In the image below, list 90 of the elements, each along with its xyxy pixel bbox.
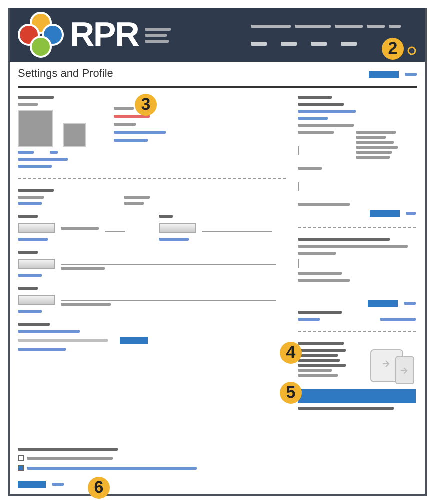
illegible-text — [298, 364, 346, 367]
illegible-text — [281, 42, 297, 46]
illegible-text — [18, 310, 42, 313]
illegible-text — [298, 203, 350, 206]
illegible-text — [356, 131, 396, 134]
dropdown[interactable] — [18, 223, 55, 233]
illegible-text — [114, 115, 150, 118]
illegible-text — [18, 103, 38, 106]
illegible-text — [404, 302, 416, 305]
callout-badge: 6 — [88, 477, 110, 499]
photo-placeholder — [18, 110, 53, 147]
illegible-text — [144, 34, 167, 36]
illegible-text — [52, 483, 64, 486]
logo-text: RPR — [70, 16, 139, 54]
illegible-text — [356, 146, 398, 149]
illegible-text — [18, 251, 38, 254]
primary-button[interactable] — [369, 70, 399, 78]
illegible-text — [298, 96, 332, 99]
illegible-text — [18, 330, 80, 333]
illegible-text — [298, 359, 340, 362]
illegible-text — [298, 131, 334, 134]
illegible-text — [114, 123, 136, 126]
illegible-text — [341, 42, 357, 46]
illegible-text — [144, 28, 171, 30]
illegible-text — [295, 24, 331, 28]
dropdown[interactable] — [18, 259, 55, 269]
illegible-text — [356, 151, 392, 154]
illegible-text — [114, 139, 148, 142]
illegible-text — [405, 72, 417, 76]
illegible-text — [18, 238, 48, 241]
illegible-text — [18, 158, 68, 161]
logo-icon — [18, 12, 64, 58]
illegible-text — [18, 348, 66, 351]
checkbox[interactable] — [18, 465, 24, 471]
checkbox[interactable] — [18, 455, 24, 461]
illegible-text — [356, 141, 394, 144]
illegible-text — [18, 96, 54, 99]
illegible-text — [380, 318, 416, 321]
illegible-text — [18, 215, 38, 218]
illegible-text — [406, 212, 416, 215]
illegible-text — [298, 342, 344, 345]
illegible-text — [159, 238, 189, 241]
illegible-text — [18, 323, 50, 326]
primary-button[interactable] — [298, 389, 416, 403]
illegible-text — [298, 279, 350, 282]
illegible-text — [298, 374, 338, 377]
illegible-text — [124, 202, 144, 205]
illegible-text — [298, 369, 332, 372]
illegible-text — [114, 107, 134, 110]
illegible-text — [50, 151, 58, 154]
callout-badge: 5 — [280, 382, 302, 404]
callout-badge: 3 — [135, 94, 157, 116]
illegible-text — [298, 110, 356, 113]
illegible-text — [389, 24, 401, 28]
illegible-text — [311, 42, 327, 46]
illegible-text — [298, 124, 354, 127]
illegible-text — [356, 136, 386, 139]
illegible-text — [18, 287, 38, 290]
illegible-text — [298, 103, 344, 106]
illegible-text — [18, 189, 54, 192]
illegible-text — [114, 131, 166, 134]
illegible-text — [61, 226, 99, 230]
callout-badge: 4 — [280, 342, 302, 364]
illegible-text — [61, 303, 111, 306]
illegible-text — [298, 311, 342, 314]
illegible-text — [298, 167, 322, 170]
illegible-text — [356, 156, 390, 159]
illegible-text — [298, 252, 336, 255]
illegible-text — [124, 196, 150, 199]
illegible-text — [18, 165, 52, 168]
illegible-text — [335, 24, 363, 28]
page-title: Settings and Profile — [18, 68, 114, 80]
illegible-text — [251, 24, 291, 28]
illegible-text — [251, 42, 267, 46]
illegible-text — [298, 117, 328, 120]
photo-placeholder — [63, 123, 86, 147]
illegible-text — [144, 40, 169, 42]
illegible-text — [18, 202, 42, 205]
devices-icon — [370, 349, 416, 385]
illegible-text — [18, 196, 44, 199]
illegible-text — [159, 215, 173, 218]
illegible-text — [298, 318, 320, 321]
dropdown[interactable] — [159, 223, 196, 233]
illegible-text — [18, 151, 34, 154]
illegible-text — [61, 267, 105, 270]
illegible-text — [367, 24, 385, 28]
illegible-text — [18, 274, 42, 277]
dropdown[interactable] — [18, 295, 55, 305]
illegible-text — [298, 272, 342, 275]
settings-icon[interactable] — [407, 46, 417, 56]
